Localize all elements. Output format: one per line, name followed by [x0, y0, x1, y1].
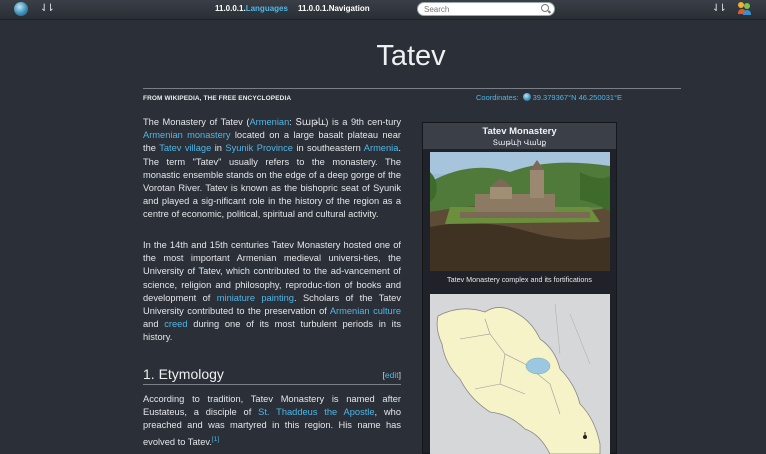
paragraph-intro: The Monastery of Tatev (Armenian: Տաթև) …: [143, 116, 401, 222]
nav-languages-version: 11.0.0.1.: [215, 4, 246, 13]
nav-navigation-link[interactable]: Navigation: [329, 4, 370, 13]
search-box[interactable]: [417, 2, 555, 16]
infobox-header: Tatev Monastery Տաթևի Վանք: [423, 123, 616, 149]
location-map[interactable]: [430, 294, 610, 454]
sort-arrows-right-icon[interactable]: ⇃⇂: [712, 3, 727, 14]
edit-link[interactable]: edit: [385, 370, 399, 380]
text-run: The Monastery of Tatev (: [143, 117, 250, 127]
section-heading-etymology: 1. Etymology [edit]: [143, 366, 401, 385]
infobox-title: Tatev Monastery: [482, 126, 557, 137]
text-run: in: [211, 143, 226, 154]
nav-languages[interactable]: 11.0.0.1.Languages: [215, 4, 288, 13]
bracket: ]: [398, 370, 401, 380]
coordinates-label: Coordinates:: [476, 93, 519, 102]
reference-link[interactable]: [1]: [212, 436, 219, 443]
edit-section: [edit]: [383, 370, 401, 380]
paragraph-history: In the 14th and 15th centuries Tatev Mon…: [143, 239, 401, 345]
nav-navigation[interactable]: 11.0.0.1.Navigation: [298, 4, 370, 13]
page-title: Tatev: [376, 40, 446, 72]
paragraph-etymology: According to tradition, Tatev Monastery …: [143, 393, 401, 449]
infobox: Tatev Monastery Տաթևի Վանք Tatev Monaste…: [422, 122, 617, 454]
sort-arrows-icon[interactable]: ⇃⇂: [40, 3, 55, 14]
section-heading-text: 1. Etymology: [143, 366, 224, 382]
text-run: : Տաթև) is a 9th cen-tury: [289, 117, 401, 127]
coordinates-link[interactable]: 39.379367°N 46.250031°E: [533, 93, 622, 102]
people-icon[interactable]: [738, 2, 751, 16]
link-st-thaddeus[interactable]: St. Thaddeus the Apostle: [258, 407, 374, 417]
link-armenian-culture[interactable]: Armenian culture: [330, 306, 401, 316]
link-tatev-village[interactable]: Tatev village: [159, 143, 211, 153]
search-input[interactable]: [424, 4, 542, 15]
globe-icon[interactable]: [14, 2, 28, 16]
link-armenian-monastery[interactable]: Armenian monastery: [143, 130, 231, 140]
infobox-subtitle: Տաթևի Վանք: [492, 138, 547, 147]
source-note: FROM WIKIPEDIA, THE FREE ENCYCLOPEDIA: [143, 95, 292, 102]
coordinates: Coordinates: 39.379367°N 46.250031°E: [476, 93, 622, 102]
nav-navigation-version: 11.0.0.1.: [298, 4, 329, 13]
link-syunik-province[interactable]: Syunik Province: [225, 143, 293, 153]
text-run: and: [143, 319, 165, 330]
top-toolbar: ⇃⇂ 11.0.0.1.Languages 11.0.0.1.Navigatio…: [0, 0, 766, 20]
link-creed[interactable]: creed: [164, 319, 187, 329]
nav-languages-link[interactable]: Languages: [246, 4, 288, 13]
link-armenia[interactable]: Armenia: [364, 143, 399, 153]
search-icon[interactable]: [541, 4, 549, 12]
photo-caption: Tatev Monastery complex and its fortific…: [446, 275, 592, 284]
link-miniature-painting[interactable]: miniature painting: [217, 293, 294, 303]
small-globe-icon[interactable]: [522, 93, 531, 101]
text-run: in southeastern: [292, 143, 364, 154]
monastery-photo[interactable]: [430, 152, 610, 271]
title-divider: [143, 88, 681, 89]
text-run: . The term "Tatev" usually refers to the…: [143, 143, 401, 220]
link-armenian[interactable]: Armenian: [249, 117, 289, 127]
